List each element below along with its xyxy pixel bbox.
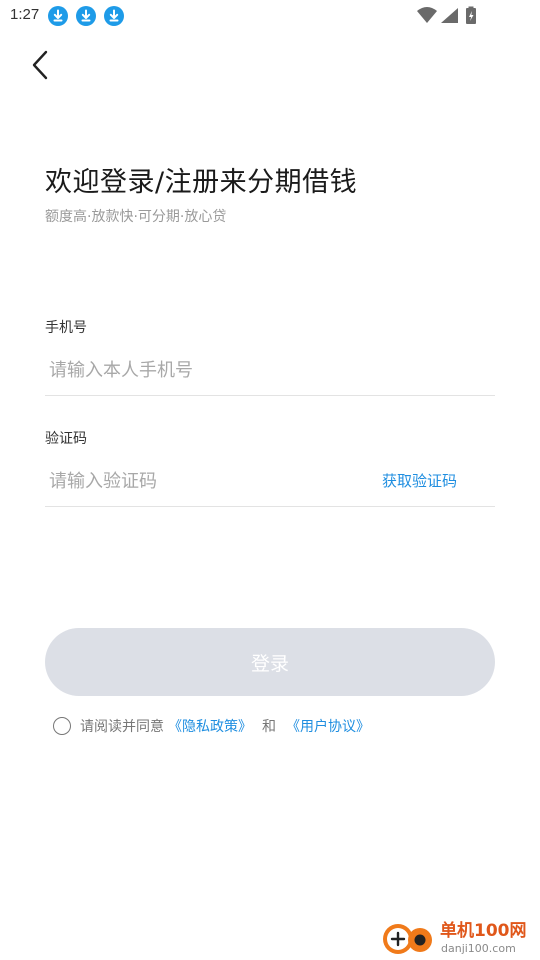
download-icon: [48, 6, 68, 26]
privacy-policy-link[interactable]: 《隐私政策》: [168, 716, 252, 736]
download-icon: [76, 6, 96, 26]
page-subtitle: 额度高·放款快·可分期·放心贷: [45, 209, 227, 225]
login-button[interactable]: 登录: [45, 628, 495, 696]
agreement-row: 请阅读并同意 《隐私政策》 和 《用户协议》: [53, 715, 374, 737]
status-bar: 1:27: [0, 0, 540, 32]
battery-icon: [466, 6, 476, 24]
user-agreement-link[interactable]: 《用户协议》: [286, 716, 370, 736]
chevron-left-icon: [32, 50, 48, 80]
phone-label: 手机号: [45, 320, 87, 336]
get-code-button[interactable]: 获取验证码: [382, 470, 457, 491]
agreement-checkbox[interactable]: [53, 717, 71, 735]
download-icon: [104, 6, 124, 26]
agreement-prefix: 请阅读并同意: [80, 719, 164, 735]
page-title: 欢迎登录/注册来分期借钱: [45, 167, 358, 198]
phone-input[interactable]: [45, 346, 495, 396]
svg-text:单机100网: 单机100网: [440, 920, 527, 941]
watermark: 单机100网 danji100.com: [380, 910, 540, 960]
back-button[interactable]: [26, 46, 58, 86]
svg-text:danji100.com: danji100.com: [441, 942, 516, 955]
code-label: 验证码: [45, 431, 87, 447]
wifi-icon: [417, 7, 437, 23]
signal-icon: [441, 8, 458, 23]
agreement-and: 和: [262, 719, 276, 735]
watermark-logo: 单机100网 danji100.com: [383, 920, 527, 955]
status-time: 1:27: [10, 6, 40, 23]
